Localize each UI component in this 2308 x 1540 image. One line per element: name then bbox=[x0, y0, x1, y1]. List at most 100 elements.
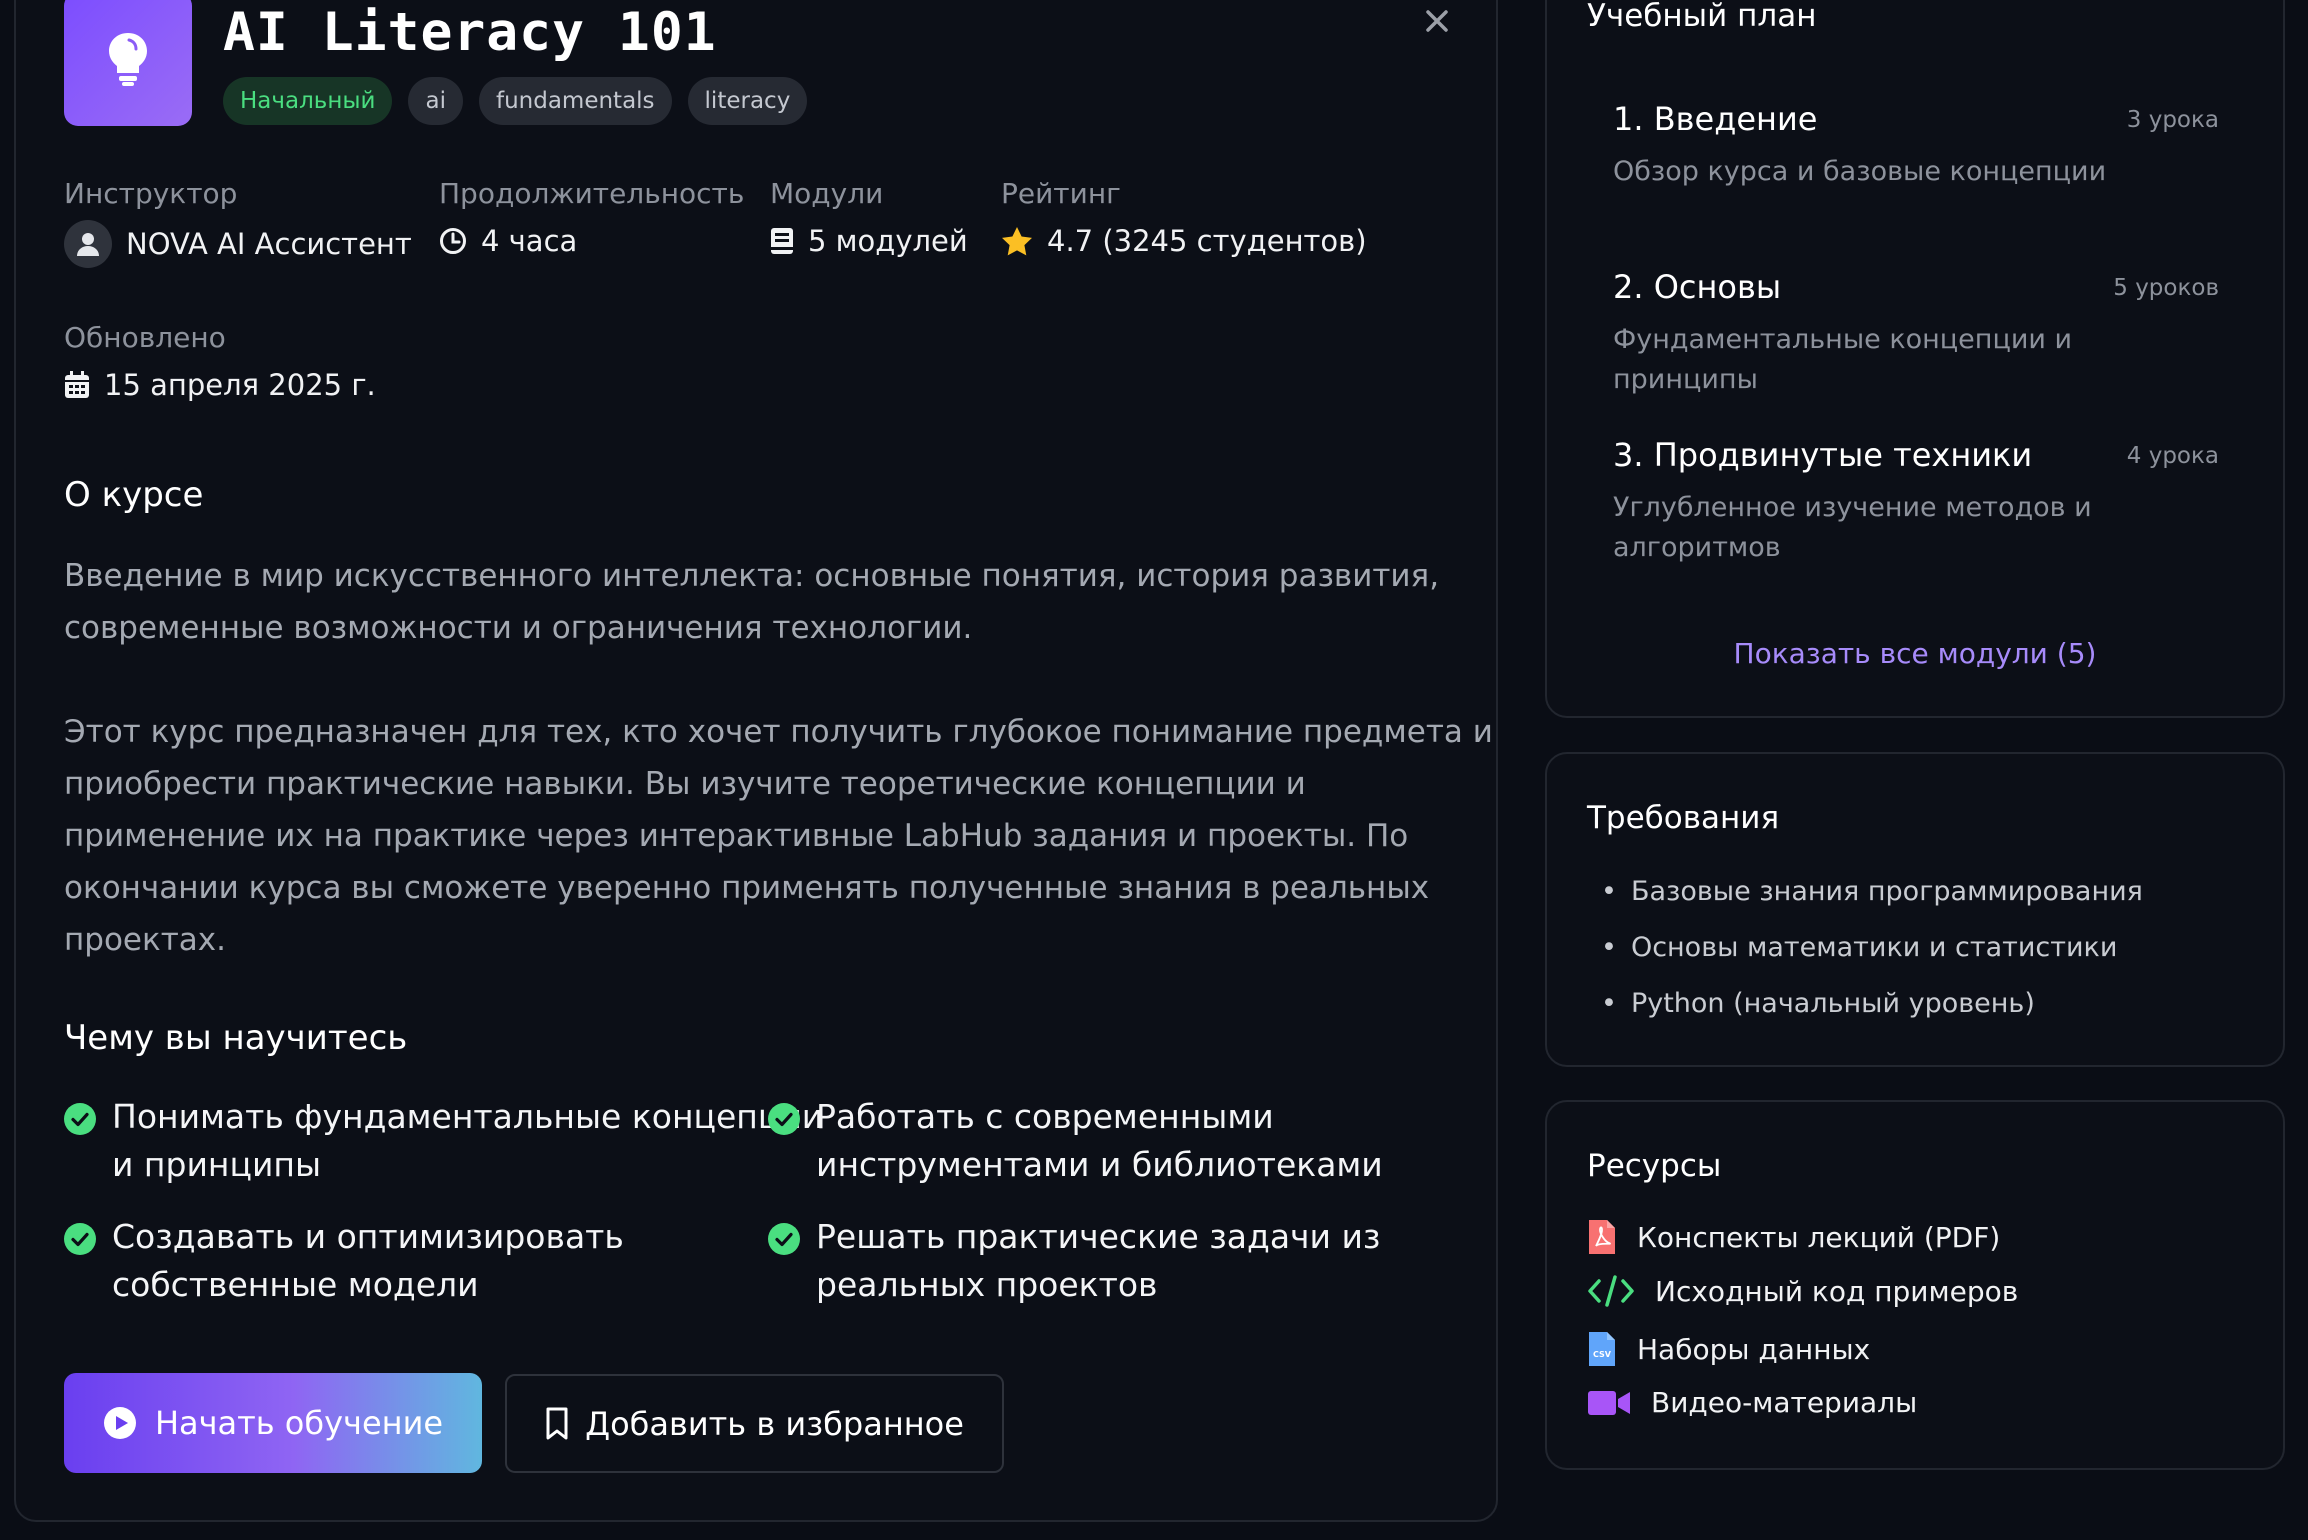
resource-label[interactable]: Видео-материалы bbox=[1651, 1386, 1917, 1419]
learn-item: Решать практические задачи из реальных пр… bbox=[768, 1213, 1380, 1309]
show-all-modules-link[interactable]: Показать все модули (5) bbox=[1547, 637, 2283, 670]
learn-item: Понимать фундаментальные концепции и прин… bbox=[64, 1093, 823, 1189]
module-title[interactable]: 3. Продвинутые техники bbox=[1613, 436, 2032, 474]
updated-date: 15 апреля 2025 г. bbox=[104, 368, 376, 402]
modules-label: Модули bbox=[770, 177, 884, 210]
module-description-line: Фундаментальные концепции и принципы bbox=[1613, 324, 2073, 395]
course-title: AI Literacy 101 bbox=[223, 2, 717, 63]
modules-value: 5 модулей bbox=[770, 224, 968, 258]
requirements-title: Требования bbox=[1587, 800, 1780, 836]
play-circle-icon[interactable] bbox=[103, 1406, 137, 1440]
modules-text: 5 модулей bbox=[808, 224, 968, 258]
module-description: Обзор курса и базовые концепции bbox=[1613, 152, 2173, 192]
tag-chip[interactable]: literacy bbox=[687, 77, 808, 125]
about-text-line: современные возможности и ограничения те… bbox=[64, 610, 973, 646]
learn-item-text: инструментами и библиотеками bbox=[816, 1145, 1383, 1184]
about-text-line: Введение в мир искусственного интеллекта… bbox=[64, 558, 1440, 594]
curriculum-title: Учебный план bbox=[1587, 0, 1817, 34]
updated-label: Обновлено bbox=[64, 321, 226, 354]
resource-label[interactable]: Конспекты лекций (PDF) bbox=[1637, 1221, 2000, 1254]
add-to-favorites-label[interactable]: Добавить в избранное bbox=[585, 1405, 964, 1443]
learn-item-text: и принципы bbox=[112, 1145, 322, 1184]
requirements-card: Требования • Базовые знания программирова… bbox=[1545, 752, 2285, 1067]
resource-label[interactable]: Наборы данных bbox=[1637, 1333, 1870, 1366]
bookmark-icon[interactable] bbox=[545, 1407, 569, 1441]
module-lesson-count: 4 урока bbox=[2126, 443, 2219, 469]
about-text-line: применение их на практике через интеракт… bbox=[64, 818, 1409, 854]
module-description-line: алгоритмов bbox=[1613, 532, 1781, 563]
calendar-icon bbox=[65, 371, 89, 398]
requirement-item: • Python (начальный уровень) bbox=[1601, 988, 2035, 1019]
resources-title: Ресурсы bbox=[1587, 1148, 1722, 1184]
rating-value: 4.7 (3245 студентов) bbox=[1001, 224, 1367, 258]
about-title: О курсе bbox=[64, 475, 204, 515]
module-title[interactable]: 1. Введение bbox=[1613, 100, 1817, 138]
about-text-line: проектах. bbox=[64, 922, 226, 958]
updated-value: 15 апреля 2025 г. bbox=[64, 368, 376, 402]
learn-item-text: Создавать и оптимизировать bbox=[112, 1217, 624, 1256]
requirement-text: Основы математики и статистики bbox=[1630, 932, 2118, 963]
resource-item-datasets[interactable]: CSV Наборы данных bbox=[1587, 1330, 1870, 1368]
pdf-icon bbox=[1589, 1220, 1615, 1254]
resource-item-videos[interactable]: Видео-материалы bbox=[1587, 1386, 1917, 1419]
instructor-name: NOVA AI Ассистент bbox=[126, 227, 412, 261]
instructor-label: Инструктор bbox=[64, 177, 238, 210]
learn-item: Создавать и оптимизировать собственные мо… bbox=[64, 1213, 624, 1309]
bullet-icon: • bbox=[1601, 988, 1617, 1019]
learn-item-text: собственные модели bbox=[112, 1265, 479, 1304]
lightbulb-icon bbox=[109, 33, 147, 86]
start-learning-button[interactable]: Начать обучение bbox=[64, 1373, 482, 1473]
video-icon bbox=[1588, 1390, 1630, 1415]
svg-text:CSV: CSV bbox=[1593, 1350, 1612, 1359]
book-icon bbox=[771, 228, 793, 254]
close-icon[interactable] bbox=[1422, 6, 1452, 36]
check-circle-icon bbox=[64, 1223, 96, 1255]
about-text-line: Этот курс предназначен для тех, кто хоче… bbox=[64, 714, 1493, 750]
check-circle-icon bbox=[64, 1103, 96, 1135]
clock-icon bbox=[440, 228, 466, 254]
requirement-item: • Основы математики и статистики bbox=[1601, 932, 2117, 963]
tag-chip[interactable]: fundamentals bbox=[478, 77, 672, 125]
duration-value: 4 часа bbox=[439, 224, 577, 258]
check-circle-icon bbox=[768, 1103, 800, 1135]
about-description: Введение в мир искусственного интеллекта… bbox=[64, 550, 1439, 654]
level-badge: Начальный bbox=[223, 77, 393, 125]
tag-list: Начальный ai fundamentals literacy bbox=[223, 77, 808, 125]
requirement-text: Базовые знания программирования bbox=[1630, 876, 2143, 907]
close-button[interactable] bbox=[1422, 6, 1452, 36]
learn-title: Чему вы научитесь bbox=[64, 1018, 408, 1058]
duration-label: Продолжительность bbox=[439, 177, 745, 210]
learn-item-text: реальных проектов bbox=[816, 1265, 1158, 1304]
avatar bbox=[64, 220, 112, 268]
rating-label: Рейтинг bbox=[1001, 177, 1121, 210]
requirement-text: Python (начальный уровень) bbox=[1630, 988, 2035, 1019]
about-text-line: приобрести практические навыки. Вы изучи… bbox=[64, 766, 1306, 802]
module-description: Фундаментальные концепции и принципы bbox=[1613, 320, 2173, 400]
course-logo bbox=[64, 0, 192, 126]
module-description-line: Углубленное изучение методов и bbox=[1613, 492, 2092, 523]
bullet-icon: • bbox=[1601, 876, 1617, 907]
add-to-favorites-button[interactable]: Добавить в избранное bbox=[505, 1374, 1004, 1473]
rating-text: 4.7 (3245 студентов) bbox=[1047, 224, 1367, 258]
module-description: Углубленное изучение методов и алгоритмо… bbox=[1613, 488, 2173, 568]
start-learning-label[interactable]: Начать обучение bbox=[155, 1404, 443, 1442]
csv-file-icon: CSV bbox=[1589, 1332, 1615, 1366]
tag-chip[interactable]: ai bbox=[408, 77, 463, 125]
resource-label[interactable]: Исходный код примеров bbox=[1655, 1275, 2018, 1308]
module-title[interactable]: 2. Основы bbox=[1613, 268, 1781, 306]
resource-item-source-code[interactable]: Исходный код примеров bbox=[1587, 1274, 2018, 1308]
requirement-item: • Базовые знания программирования bbox=[1601, 876, 2143, 907]
module-description-line: Обзор курса и базовые концепции bbox=[1613, 156, 2107, 187]
learn-item-text: Решать практические задачи из bbox=[816, 1217, 1381, 1256]
check-circle-icon bbox=[768, 1223, 800, 1255]
user-icon bbox=[77, 233, 99, 256]
instructor-value: NOVA AI Ассистент bbox=[64, 220, 412, 268]
duration-text: 4 часа bbox=[481, 224, 578, 258]
resource-item-lecture-notes[interactable]: Конспекты лекций (PDF) bbox=[1587, 1218, 2000, 1256]
curriculum-card: Учебный план 1. Введение 3 урока Обзор к… bbox=[1545, 0, 2285, 718]
bullet-icon: • bbox=[1601, 932, 1617, 963]
about-details: Этот курс предназначен для тех, кто хоче… bbox=[64, 706, 1493, 966]
learn-item: Работать с современными инструментами и б… bbox=[768, 1093, 1383, 1189]
star-icon bbox=[1002, 227, 1032, 256]
module-lesson-count: 3 урока bbox=[2126, 107, 2219, 133]
